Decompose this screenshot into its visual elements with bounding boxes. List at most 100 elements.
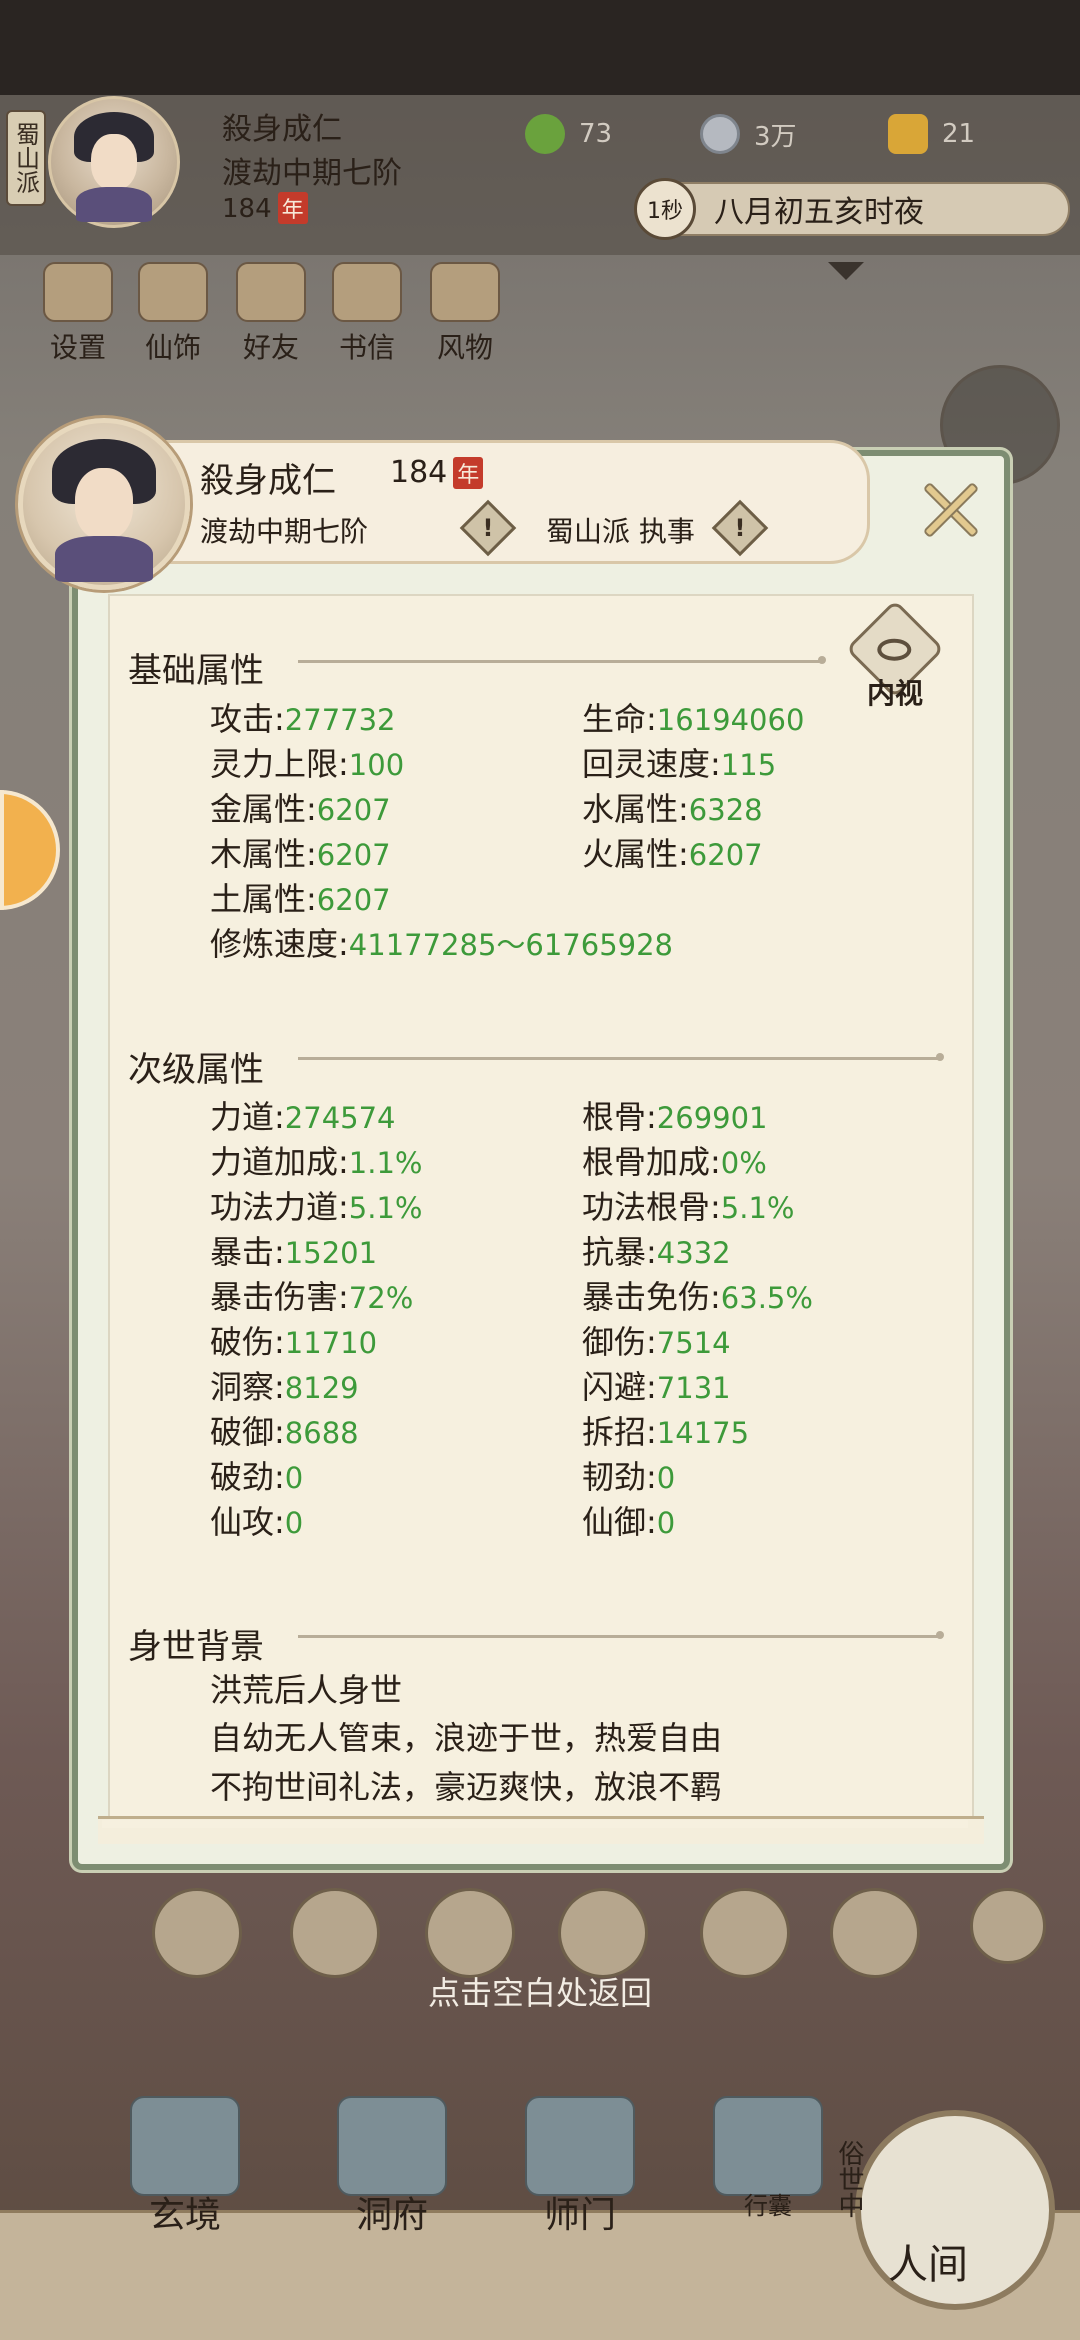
nav-mail[interactable]: 书信 <box>322 262 412 364</box>
attr-pierce-label: 破伤 <box>210 1323 275 1361</box>
sect-info-symbol: ! <box>734 514 746 542</box>
attr-force-break-value: 0 <box>284 1461 304 1495</box>
attr-attack-label: 攻击 <box>210 700 275 738</box>
eye-pupil <box>877 638 912 661</box>
nav-scenery-label: 风物 <box>436 331 493 364</box>
tab-fate[interactable] <box>425 1888 515 1978</box>
secondary-attributes-divider <box>298 1053 944 1061</box>
inner-view-button[interactable]: 内视 <box>845 599 945 710</box>
player-avatar[interactable] <box>48 96 180 228</box>
attr-metal-label: 金属性 <box>210 790 307 828</box>
tab-sect[interactable]: 师门 <box>500 2096 660 2246</box>
attr-crit-resist: 抗暴:4332 <box>582 1233 731 1271</box>
resource-jade[interactable]: 73 <box>525 112 612 156</box>
resource-jade-value: 73 <box>579 119 613 149</box>
attr-strength-bonus-label: 力道加成 <box>210 1143 339 1181</box>
nav-settings[interactable]: 设置 <box>33 262 123 364</box>
modal-player-realm: 渡劫中期七阶 <box>200 515 369 548</box>
nav-accessory-label: 仙饰 <box>144 331 201 364</box>
year-badge: 年 <box>277 192 308 224</box>
nav-mail-label: 书信 <box>338 331 395 364</box>
attr-dodge: 闪避:7131 <box>582 1368 731 1406</box>
attr-damage-guard: 御伤:7514 <box>582 1323 731 1361</box>
player-age: 184 年 <box>222 192 308 224</box>
attr-crit-resist-label: 抗暴 <box>582 1233 647 1271</box>
tab-sect-label: 师门 <box>543 2195 616 2236</box>
attr-dodge-value: 7131 <box>656 1371 731 1405</box>
scenery-icon <box>430 262 500 322</box>
attr-damage-guard-value: 7514 <box>656 1326 731 1360</box>
attr-metal-value: 6207 <box>316 793 391 827</box>
nav-scenery[interactable]: 风物 <box>420 262 510 364</box>
resource-coin[interactable]: 3万 <box>700 112 797 156</box>
avatar-face <box>91 134 137 190</box>
attr-crit-damage: 暴击伤害:72% <box>210 1278 414 1316</box>
close-button[interactable] <box>896 460 1006 560</box>
attr-hp-value: 16194060 <box>656 703 805 737</box>
world-button-label: 人间 <box>888 2242 968 2288</box>
resource-strength-value: 21 <box>942 119 976 149</box>
time-display[interactable]: 1秒 八月初五亥时夜 <box>634 178 1070 240</box>
attr-earth: 土属性:6207 <box>210 880 391 918</box>
friends-icon <box>236 262 306 322</box>
modal-avatar-robe <box>55 536 153 582</box>
attr-attack-value: 277732 <box>284 703 396 737</box>
attr-toughness-label: 韧劲 <box>582 1458 647 1496</box>
player-realm: 渡劫中期七阶 <box>222 156 402 191</box>
attr-wood-label: 木属性 <box>210 835 307 873</box>
status-bar <box>0 0 1080 95</box>
nav-accessory[interactable]: 仙饰 <box>128 262 218 364</box>
modal-avatar-face <box>74 468 134 540</box>
nav-friends[interactable]: 好友 <box>226 262 316 364</box>
attr-immortal-attack-label: 仙攻 <box>210 1503 275 1541</box>
tab-xuanjing[interactable]: 玄境 <box>105 2096 265 2246</box>
background-line: 自幼无人管束，浪迹于世，热爱自由 <box>210 1719 723 1757</box>
attr-fire-label: 火属性 <box>582 835 679 873</box>
attr-water-label: 水属性 <box>582 790 679 828</box>
tab-bag[interactable]: 行囊 <box>688 2096 848 2246</box>
player-age-value: 184 <box>222 194 272 224</box>
attr-crit-damage-reduction-label: 暴击免伤 <box>582 1278 711 1316</box>
tab-cultivate[interactable] <box>152 1888 242 1978</box>
attr-cultivation-speed: 修炼速度:41177285～61765928 <box>210 925 674 963</box>
tab-body[interactable] <box>700 1888 790 1978</box>
resource-strength[interactable]: 21 <box>888 112 975 156</box>
cave-icon <box>337 2096 447 2196</box>
attr-crit-damage-value: 72% <box>348 1281 414 1315</box>
sect-tag[interactable]: 蜀山派 <box>6 110 46 206</box>
modal-player-name: 殺身成仁 <box>200 461 336 501</box>
time-speed-button[interactable]: 1秒 <box>634 178 696 240</box>
attr-constitution: 根骨:269901 <box>582 1098 768 1136</box>
attr-crit-value: 15201 <box>284 1236 378 1270</box>
modal-avatar <box>18 418 190 590</box>
attr-force-break-label: 破劲 <box>210 1458 275 1496</box>
attr-mana-regen: 回灵速度:115 <box>582 745 777 783</box>
attr-immortal-defense-label: 仙御 <box>582 1503 647 1541</box>
game-date: 八月初五亥时夜 <box>714 195 924 230</box>
attr-constitution-bonus-label: 根骨加成 <box>582 1143 711 1181</box>
world-sub-label: 俗世中 <box>834 2140 864 2218</box>
attr-constitution-value: 269901 <box>656 1101 768 1135</box>
strength-icon <box>888 114 928 154</box>
tab-skills[interactable] <box>290 1888 380 1978</box>
attr-mana-cap-value: 100 <box>348 748 405 782</box>
tab-spirit-root[interactable] <box>830 1888 920 1978</box>
shuriken-icon[interactable] <box>970 1888 1046 1964</box>
attr-insight-label: 洞察 <box>210 1368 275 1406</box>
attr-earth-label: 土属性 <box>210 880 307 918</box>
tab-cave[interactable]: 洞府 <box>312 2096 472 2246</box>
attr-strength-bonus: 力道加成:1.1% <box>210 1143 423 1181</box>
tab-treasure[interactable] <box>558 1888 648 1978</box>
tap-to-return-hint: 点击空白处返回 <box>427 1974 652 2012</box>
attr-metal: 金属性:6207 <box>210 790 391 828</box>
mail-icon <box>332 262 402 322</box>
attr-hp: 生命:16194060 <box>582 700 805 738</box>
attr-wood-value: 6207 <box>316 838 391 872</box>
coin-icon <box>700 114 740 154</box>
attr-armor-break-value: 8688 <box>284 1416 359 1450</box>
attr-immortal-attack: 仙攻:0 <box>210 1503 304 1541</box>
attr-force-break: 破劲:0 <box>210 1458 304 1496</box>
attr-toughness: 韧劲:0 <box>582 1458 676 1496</box>
background-line: 洪荒后人身世 <box>210 1671 403 1709</box>
chevron-down-icon[interactable] <box>828 262 864 280</box>
